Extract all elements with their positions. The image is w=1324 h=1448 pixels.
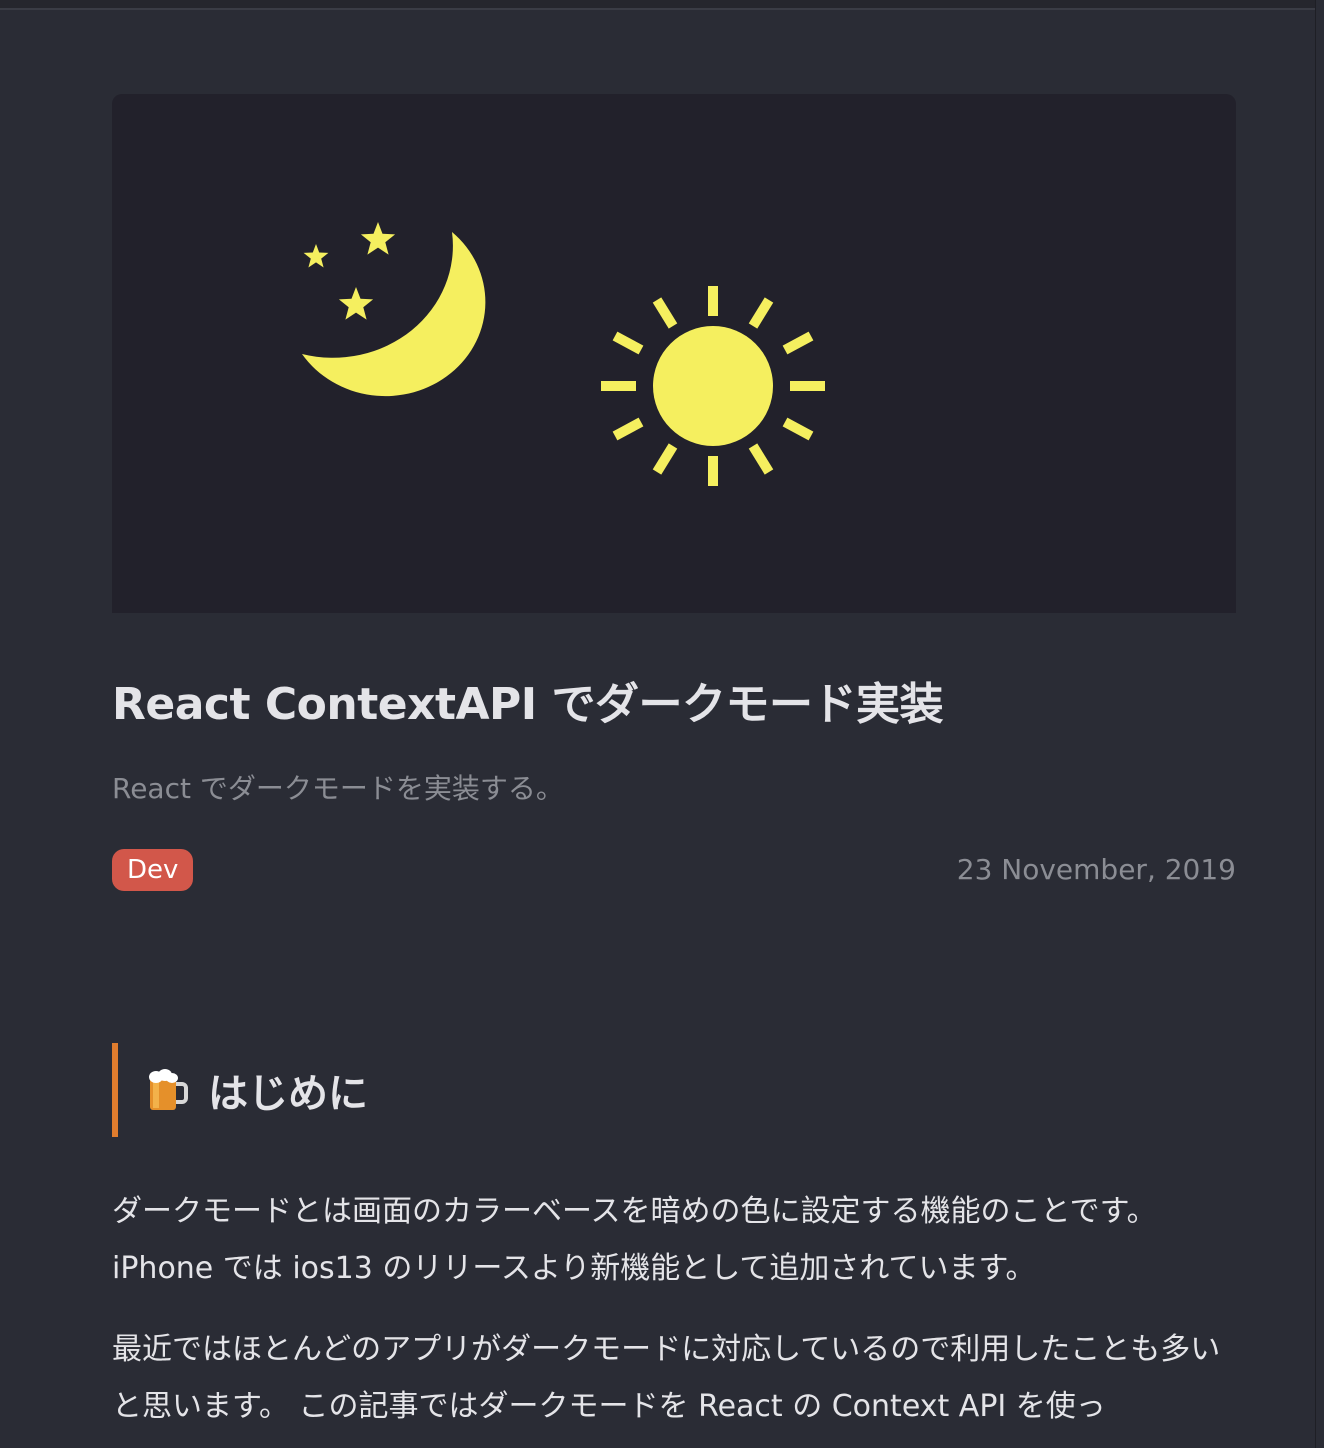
tag-badge[interactable]: Dev xyxy=(112,849,194,891)
paragraph: 最近ではほとんどのアプリがダークモードに対応しているので利用したことも多いと思い… xyxy=(112,1332,1221,1424)
hero-image xyxy=(112,94,1236,613)
star-icon xyxy=(303,244,329,268)
scrollbar-track[interactable] xyxy=(1315,0,1324,1448)
moon-stars-icon xyxy=(302,222,486,397)
browser-top-bar xyxy=(0,0,1324,10)
star-icon xyxy=(338,287,374,320)
section-heading-text: はじめに xyxy=(208,1071,368,1117)
moon-icon xyxy=(302,232,486,397)
article: React ContextAPI でダークモード実装 React でダークモード… xyxy=(112,94,1236,1435)
article-description: React でダークモードを実装する。 xyxy=(112,772,564,805)
publish-date: 23 November, 2019 xyxy=(956,853,1236,886)
article-meta: Dev 23 November, 2019 xyxy=(112,849,1236,893)
beer-mug-icon xyxy=(146,1068,188,1112)
article-title: React ContextAPI でダークモード実装 xyxy=(112,679,943,730)
sun-icon xyxy=(601,286,825,486)
star-icon xyxy=(360,222,396,255)
hero-illustration xyxy=(302,222,825,486)
section-heading: はじめに xyxy=(112,1043,1236,1137)
paragraph: ダークモードとは画面のカラーベースを暗めの色に設定する機能のことです。 iPho… xyxy=(112,1194,1157,1286)
